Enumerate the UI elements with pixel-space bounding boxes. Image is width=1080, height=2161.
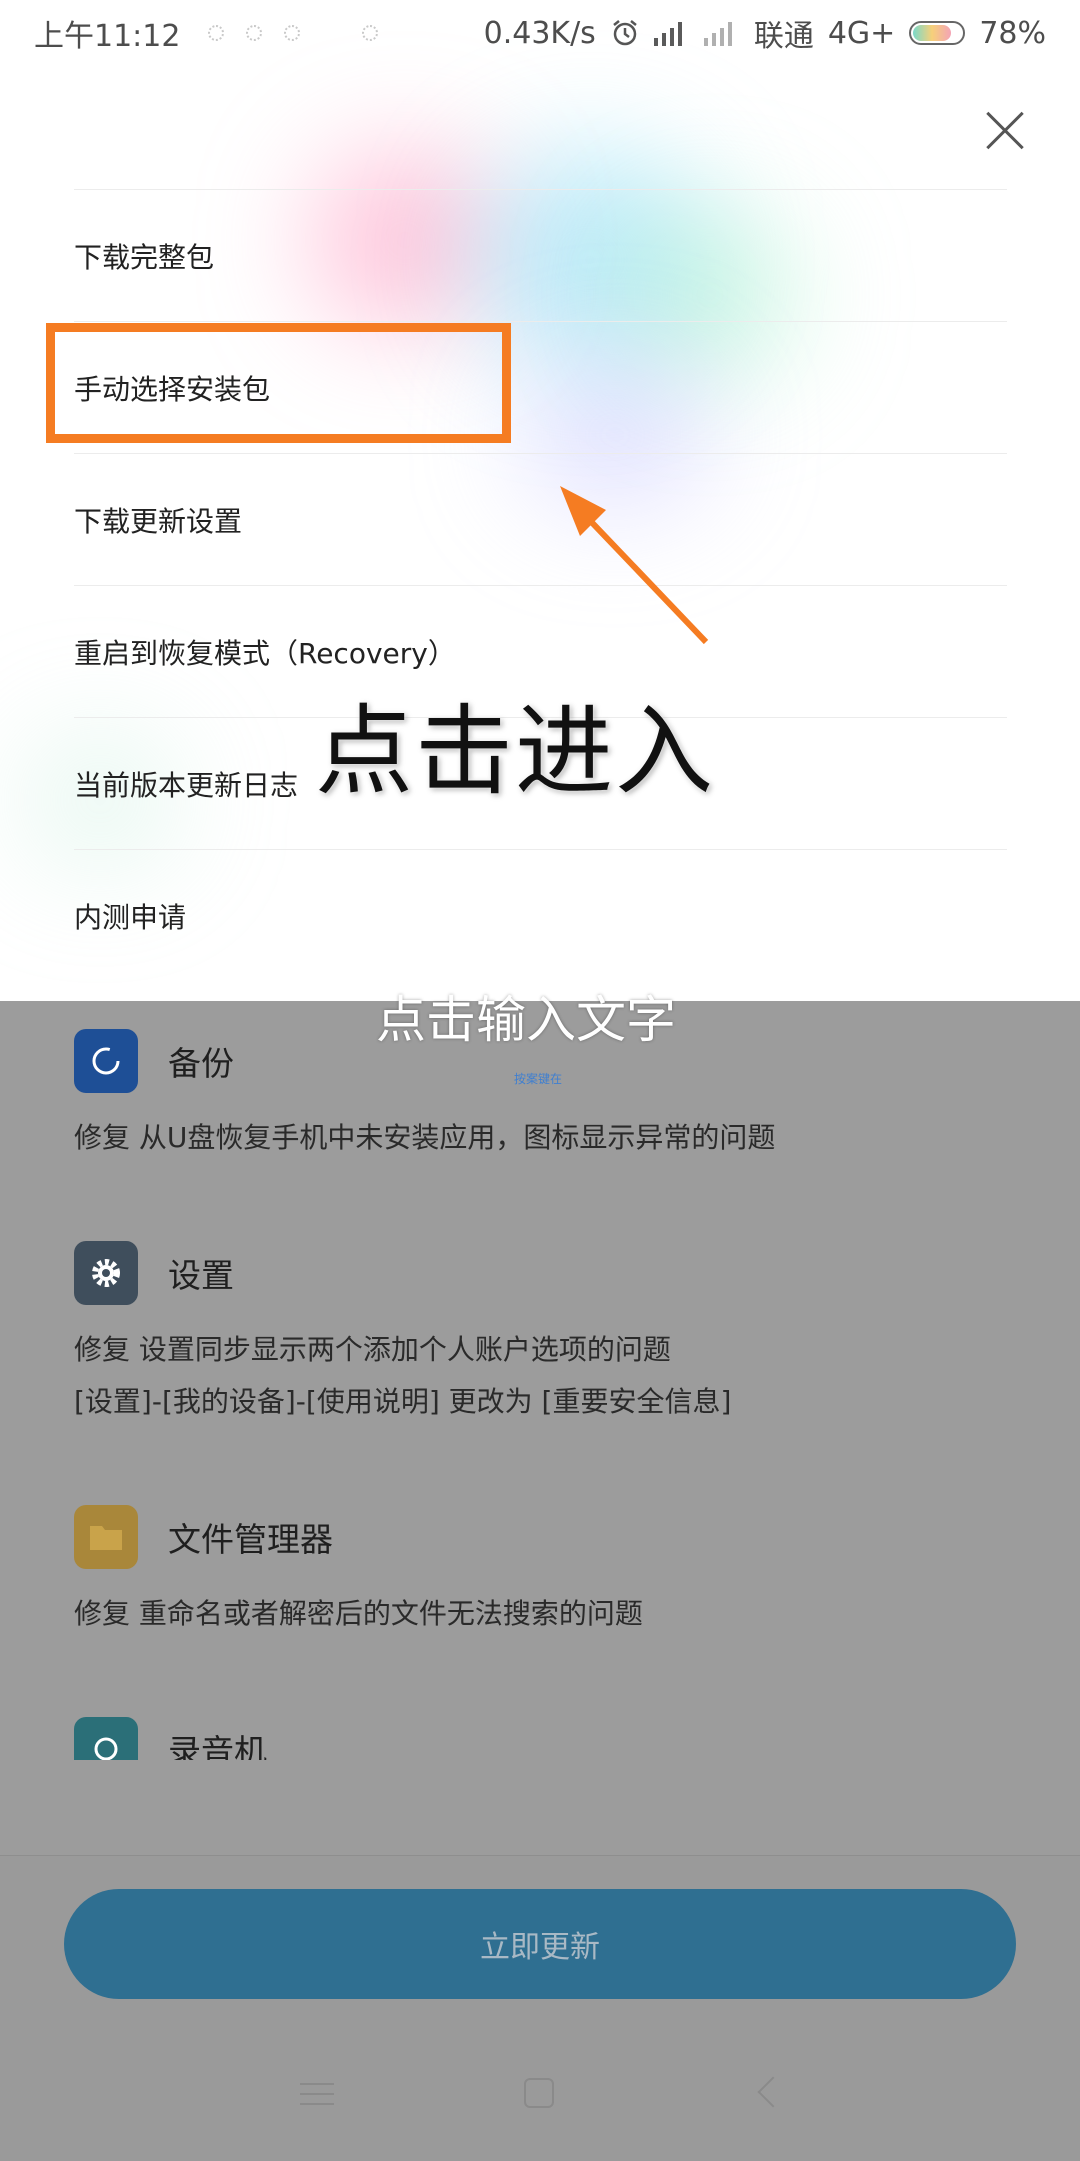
navigation-bar [0, 2031, 1080, 2161]
battery-icon [909, 21, 966, 45]
changelog-entry-files: 文件管理器 修复 重命名或者解密后的文件无法搜索的问题 [74, 1504, 1034, 1640]
net-speed: 0.43K/s [483, 15, 596, 51]
menu-item-beta-apply[interactable]: 内测申请 [74, 849, 1007, 981]
highlight-box [46, 323, 511, 443]
gear-icon [74, 1241, 138, 1305]
recorder-icon [74, 1717, 138, 1760]
pointer-arrow-icon [560, 486, 709, 645]
changelog-list: 备份 修复 从U盘恢复手机中未安装应用，图标显示异常的问题 设置 修复 设置同步… [74, 1028, 1034, 1836]
signal-secondary-icon [703, 20, 740, 46]
status-bar: 上午11:12 0.43K/s 联通 4G+ 78% [0, 0, 1080, 66]
backup-icon [74, 1029, 138, 1093]
changelog-desc: [设置]-[我的设备]-[使用说明] 更改为 [重要安全信息] [74, 1385, 732, 1418]
changelog-entry-settings: 设置 修复 设置同步显示两个添加个人账户选项的问题 [设置]-[我的设备]-[使… [74, 1240, 1034, 1428]
placeholder-caption: 点击输入文字 [376, 991, 676, 1049]
notification-icons [208, 25, 379, 41]
close-icon[interactable] [980, 105, 1030, 155]
carrier-name: 联通 [753, 19, 814, 54]
menu-item-download-full-package[interactable]: 下载完整包 [74, 189, 1007, 321]
menu-item-label: 下载完整包 [74, 240, 215, 274]
menu-item-label: 重启到恢复模式（Recovery） [74, 636, 456, 670]
app-name: 备份 [168, 1044, 234, 1083]
menu-icon[interactable] [300, 2083, 334, 2109]
click-enter-caption: 点击进入 [315, 695, 716, 809]
back-icon[interactable] [757, 2076, 789, 2108]
status-time: 上午11:12 [34, 19, 181, 54]
network-type: 4G+ [827, 15, 896, 51]
menu-item-label: 下载更新设置 [74, 504, 243, 538]
menu-item-label: 当前版本更新日志 [74, 768, 299, 802]
changelog-desc: 修复 重命名或者解密后的文件无法搜索的问题 [74, 1597, 643, 1630]
tiny-caption: 按案键在 [514, 1072, 563, 1086]
folder-icon [74, 1505, 138, 1569]
battery-percent: 78% [979, 15, 1046, 51]
app-name: 录音机 [168, 1732, 267, 1760]
signal-icon [653, 20, 690, 46]
app-name: 设置 [168, 1256, 234, 1295]
menu-item-label: 内测申请 [74, 900, 187, 934]
changelog-desc: 修复 从U盘恢复手机中未安装应用，图标显示异常的问题 [74, 1121, 776, 1154]
bottom-bar: 立即更新 [0, 1855, 1080, 2161]
update-now-button[interactable]: 立即更新 [64, 1889, 1016, 1999]
changelog-desc: 修复 设置同步显示两个添加个人账户选项的问题 [74, 1333, 671, 1366]
alarm-icon [613, 20, 637, 46]
app-name: 文件管理器 [168, 1520, 333, 1559]
home-icon[interactable] [524, 2078, 554, 2108]
changelog-entry-recorder: 录音机 [74, 1716, 1034, 1760]
